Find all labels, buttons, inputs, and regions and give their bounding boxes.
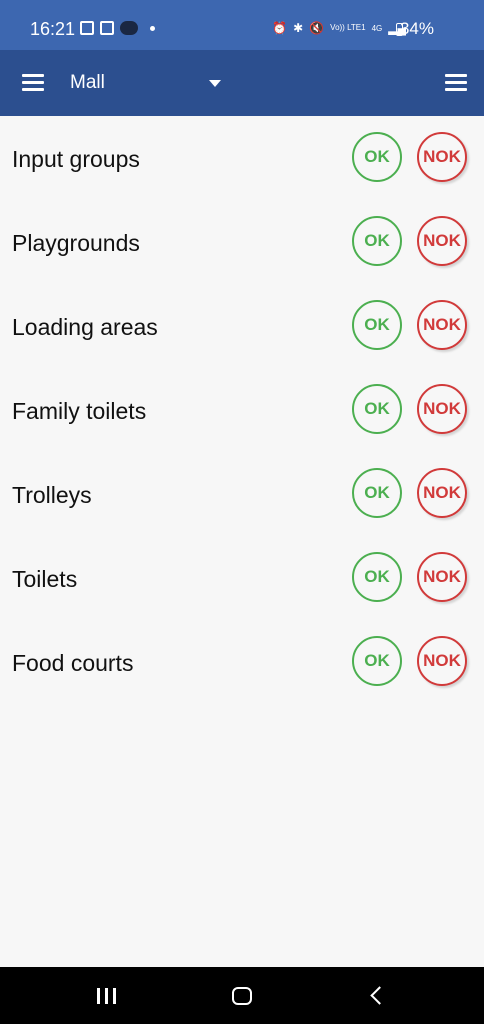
nok-button[interactable]: NOK <box>417 132 467 182</box>
status-bar: 16:21 ⏰ ✱ 🔇 Vo)) LTE1 4G ▂▄ 34% <box>0 0 484 50</box>
system-icons: ⏰ ✱ 🔇 Vo)) LTE1 4G ▂▄ <box>272 21 406 35</box>
nok-button[interactable]: NOK <box>417 636 467 686</box>
ok-button[interactable]: OK <box>352 552 402 602</box>
ok-button[interactable]: OK <box>352 132 402 182</box>
app-bar: Mall <box>0 50 484 116</box>
ok-button[interactable]: OK <box>352 468 402 518</box>
list-item: Loading areas OK NOK <box>0 284 484 368</box>
location-selector-label[interactable]: Mall <box>70 72 105 94</box>
list-item: Trolleys OK NOK <box>0 452 484 536</box>
battery-icon <box>396 23 403 36</box>
dropdown-arrow-icon[interactable] <box>209 80 221 87</box>
list-item: Food courts OK NOK <box>0 620 484 704</box>
app-badge-icon <box>120 21 138 35</box>
item-label: Trolleys <box>12 482 92 508</box>
item-label: Food courts <box>12 650 134 676</box>
navigation-bar <box>0 967 484 1024</box>
list-item: Family toilets OK NOK <box>0 368 484 452</box>
ok-button[interactable]: OK <box>352 216 402 266</box>
battery-percent: 34% <box>399 19 434 38</box>
item-label: Input groups <box>12 146 140 172</box>
checklist: Input groups OK NOK Playgrounds OK NOK L… <box>0 116 484 704</box>
volte-label: Vo)) LTE1 <box>330 23 366 32</box>
list-item: Toilets OK NOK <box>0 536 484 620</box>
bluetooth-icon: ✱ <box>293 21 304 35</box>
nok-button[interactable]: NOK <box>417 300 467 350</box>
list-item: Input groups OK NOK <box>0 116 484 200</box>
recent-apps-icon[interactable] <box>97 988 117 1004</box>
status-time: 16:21 <box>30 19 76 39</box>
back-icon[interactable] <box>370 986 389 1005</box>
hamburger-icon[interactable] <box>22 74 44 91</box>
nok-button[interactable]: NOK <box>417 384 467 434</box>
ok-button[interactable]: OK <box>352 300 402 350</box>
more-notifications-icon <box>150 25 155 31</box>
gallery-icon <box>80 21 94 35</box>
item-label: Family toilets <box>12 398 147 424</box>
alarm-icon: ⏰ <box>272 21 288 35</box>
mute-icon: 🔇 <box>309 21 325 35</box>
home-icon[interactable] <box>232 987 252 1005</box>
item-label: Loading areas <box>12 314 158 340</box>
item-label: Playgrounds <box>12 230 140 256</box>
notification-icons <box>80 21 155 35</box>
item-label: Toilets <box>12 566 78 592</box>
ok-button[interactable]: OK <box>352 636 402 686</box>
list-item: Playgrounds OK NOK <box>0 200 484 284</box>
menu-icon[interactable] <box>445 74 467 91</box>
nok-button[interactable]: NOK <box>417 468 467 518</box>
ok-button[interactable]: OK <box>352 384 402 434</box>
nok-button[interactable]: NOK <box>417 216 467 266</box>
network-label: 4G <box>371 23 383 33</box>
app-notification-icon <box>100 21 114 35</box>
nok-button[interactable]: NOK <box>417 552 467 602</box>
